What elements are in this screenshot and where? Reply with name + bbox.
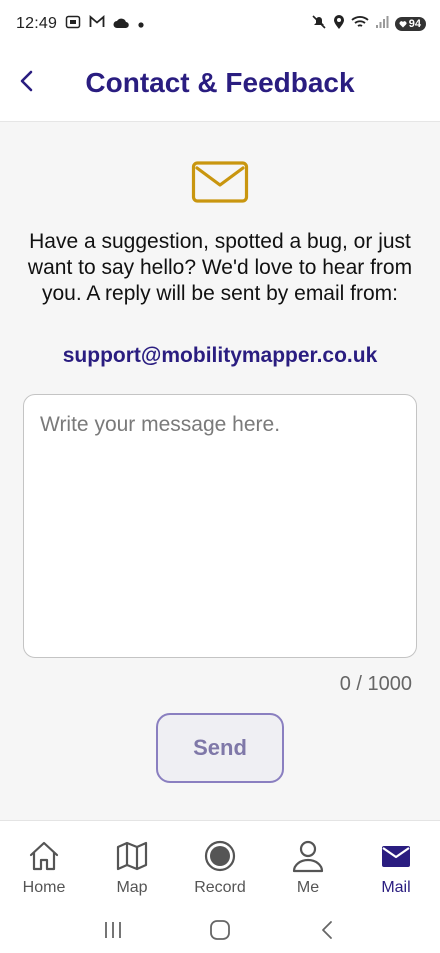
nav-item-map[interactable]: Map (88, 821, 176, 906)
home-icon (27, 839, 61, 873)
location-icon (333, 14, 345, 34)
page-title: Contact & Feedback (85, 67, 355, 98)
nav-item-home[interactable]: Home (0, 821, 88, 906)
nav-label-me: Me (296, 879, 320, 896)
status-time: 12:49 (16, 15, 58, 32)
message-input[interactable] (23, 394, 417, 658)
battery-icon: 94 (394, 17, 426, 31)
mute-icon (311, 14, 327, 34)
battery-level: 94 (408, 18, 421, 30)
back-arrow-icon[interactable] (307, 915, 347, 945)
recent-apps-icon[interactable] (93, 915, 133, 945)
nav-label-mail: Mail (381, 879, 411, 896)
nav-item-record[interactable]: Record (176, 821, 264, 906)
intro-text: Have a suggestion, spotted a bug, or jus… (27, 230, 413, 305)
bottom-nav: Home Map Record Me Mail (0, 820, 440, 906)
nav-label-record: Record (194, 879, 246, 896)
send-button[interactable]: Send (156, 713, 284, 783)
record-icon (203, 839, 237, 873)
nav-label-map: Map (116, 879, 148, 896)
system-nav (0, 906, 440, 953)
signal-icon (375, 15, 389, 33)
support-email-link[interactable]: support@mobilitymapper.co.uk (20, 344, 420, 368)
envelope-icon (191, 159, 249, 205)
character-counter: 0 / 1000 (339, 673, 412, 695)
status-bar: 12:49 94 (0, 0, 440, 48)
nav-label-home: Home (22, 879, 66, 896)
map-icon (115, 839, 149, 873)
screenshot-icon (65, 14, 81, 34)
contact-form: Have a suggestion, spotted a bug, or jus… (0, 123, 440, 820)
nav-item-mail[interactable]: Mail (352, 821, 440, 906)
gmail-icon (89, 15, 105, 33)
person-icon (291, 839, 325, 873)
cloud-icon (113, 16, 129, 33)
status-right: 94 (311, 14, 426, 34)
wifi-icon (351, 14, 369, 34)
nav-item-me[interactable]: Me (264, 821, 352, 906)
mail-icon (379, 839, 413, 873)
header: Contact & Feedback (0, 48, 440, 122)
home-circle-icon[interactable] (200, 915, 240, 945)
status-left: 12:49 (16, 14, 145, 34)
dot-icon (137, 16, 145, 33)
